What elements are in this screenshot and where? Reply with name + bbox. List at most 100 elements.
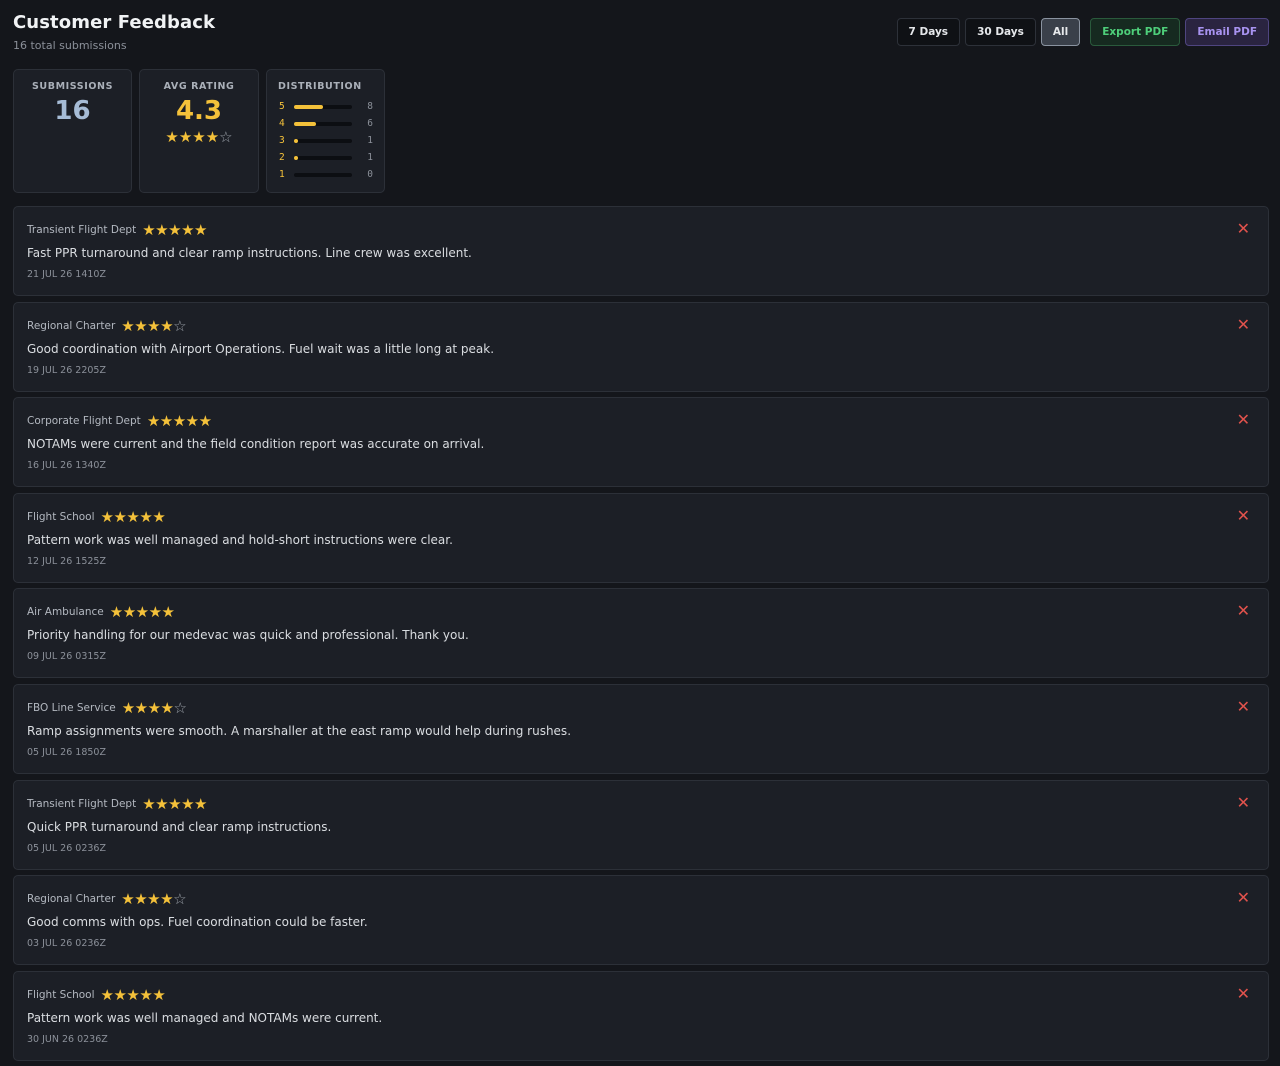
feedback-text: Priority handling for our medevac was qu… [27,628,469,643]
feedback-text: Good coordination with Airport Operation… [27,341,495,356]
feedback-source: Corporate Flight Dept [27,415,141,428]
page-header: Customer Feedback 16 total submissions [13,12,215,52]
star-filled-icon: ★ [147,890,161,909]
delete-feedback-icon[interactable]: ✕ [1237,698,1250,715]
stats-row: SUBMISSIONS 1 6 AVG RATING 4.3 ★★★★☆ DIST… [13,69,385,193]
distribution-bar-fill [294,104,323,109]
feedback-date: 19 JUL 26 2205Z [27,364,106,376]
distribution-label: DISTRIBUTION [278,81,362,92]
delete-feedback-icon[interactable]: ✕ [1237,221,1250,237]
feedback-source: Flight School [27,510,95,523]
distribution-bar-fill [294,155,298,160]
feedback-header: Corporate Flight Dept ★★★★★ [27,412,1255,430]
avg-rating-label: AVG RATING [163,81,235,92]
delete-feedback-icon[interactable]: ✕ [1237,890,1250,906]
delete-feedback-icon[interactable]: ✕ [1237,507,1250,524]
feedback-text: NOTAMs were current and the field condit… [27,437,485,452]
avg-rating-card: AVG RATING 4.3 ★★★★☆ [139,69,259,193]
email-pdf-button[interactable]: Email PDF [1185,18,1269,46]
feedback-source: Transient Flight Dept [27,224,137,236]
star-filled-icon: ★ [172,412,186,431]
distribution-count: 0 [367,169,373,180]
distribution-level: 4 [279,118,285,129]
star-filled-icon: ★ [160,316,174,335]
filter-7-days-button[interactable]: 7 Days [896,18,961,46]
feedback-text: Quick PPR turnaround and clear ramp inst… [27,819,332,834]
delete-feedback-icon[interactable]: ✕ [1237,603,1250,619]
toolbar: 7 Days 30 Days All Export PDF Email PDF [896,18,1269,46]
star-filled-icon: ★ [168,794,182,813]
distribution-bar-fill [294,138,298,143]
export-pdf-button[interactable]: Export PDF [1090,18,1181,46]
feedback-item: Flight School ★★★★★ Pattern work was well … [13,492,1269,583]
delete-feedback-icon[interactable]: ✕ [1237,316,1250,333]
feedback-source: Air Ambulance [27,606,104,619]
feedback-list: Transient Flight Dept ★★★★★ Fast PPR turna… [13,206,1269,1066]
star-filled-icon: ★ [113,985,127,1004]
delete-feedback-icon[interactable]: ✕ [1237,412,1250,428]
star-filled-icon: ★ [168,221,182,239]
feedback-source: Transient Flight Dept [27,797,137,810]
star-empty-icon: ☆ [173,316,187,335]
star-filled-icon: ★ [146,412,160,431]
feedback-header: Air Ambulance ★★★★★ [27,603,1255,621]
star-filled-icon: ★ [122,603,136,622]
feedback-item: Regional Charter ★★★★☆ Good comms with ops… [13,875,1269,966]
star-empty-icon: ☆ [173,698,187,717]
submission-count: 16 total submissions [13,39,127,52]
star-filled-icon: ★ [161,603,175,622]
star-filled-icon: ★ [152,507,166,526]
star-filled-icon: ★ [147,316,161,335]
feedback-item: Corporate Flight Dept ★★★★★ NOTAMs were cu… [13,397,1269,488]
feedback-header: FBO Line Service ★★★★☆ [27,698,1255,717]
feedback-rating-stars: ★★★★☆ [121,890,186,908]
star-empty-icon: ☆ [173,890,187,909]
star-filled-icon: ★ [155,794,169,813]
feedback-source: FBO Line Service [27,701,116,714]
distribution-count: 8 [367,101,373,112]
feedback-date: 09 JUL 26 0315Z [27,651,106,663]
avg-rating-stars: ★★★★☆ [140,128,258,146]
feedback-item: Transient Flight Dept ★★★★★ Fast PPR turna… [13,206,1269,296]
distribution-rows: 5846312110 [267,92,384,183]
feedback-header: Regional Charter ★★★★☆ [27,316,1255,335]
feedback-rating-stars: ★★★★★ [110,603,175,621]
distribution-bar-track [294,155,352,160]
star-filled-icon: ★ [126,985,140,1004]
distribution-row: 10 [279,166,373,183]
distribution-bar-track [294,104,352,109]
star-filled-icon: ★ [139,985,153,1004]
star-filled-icon: ★ [134,890,148,909]
delete-feedback-icon[interactable]: ✕ [1237,985,1250,1002]
star-filled-icon: ★ [160,698,174,717]
distribution-count: 6 [367,118,373,129]
star-filled-icon: ★ [121,698,135,717]
filter-all-button[interactable]: All [1040,18,1081,46]
star-filled-icon: ★ [165,128,179,146]
star-filled-icon: ★ [205,128,220,146]
feedback-date: 16 JUL 26 1340Z [27,460,106,472]
distribution-row: 21 [279,149,373,166]
star-filled-icon: ★ [142,221,156,239]
distribution-level: 2 [279,152,285,163]
distribution-row: 58 [279,98,373,115]
star-filled-icon: ★ [178,128,193,146]
star-filled-icon: ★ [159,412,173,431]
star-filled-icon: ★ [121,316,135,335]
submissions-label: SUBMISSIONS [31,81,114,92]
filter-30-days-button[interactable]: 30 Days [965,18,1036,46]
distribution-level: 1 [279,169,285,180]
feedback-item: Flight School ★★★★★ Pattern work was well … [13,970,1269,1061]
distribution-count: 1 [367,152,373,163]
feedback-rating-stars: ★★★★★ [147,412,212,430]
feedback-text: Pattern work was well managed and hold-s… [27,532,453,547]
feedback-date: 05 JUL 26 1850Z [27,746,106,758]
star-filled-icon: ★ [142,794,156,813]
feedback-date: 05 JUL 26 0236Z [27,842,106,854]
star-filled-icon: ★ [155,221,169,239]
delete-feedback-icon[interactable]: ✕ [1237,794,1250,811]
distribution-count: 1 [367,135,373,146]
distribution-level: 3 [279,135,285,146]
star-filled-icon: ★ [194,794,207,813]
feedback-date: 21 JUL 26 1410Z [27,269,106,280]
